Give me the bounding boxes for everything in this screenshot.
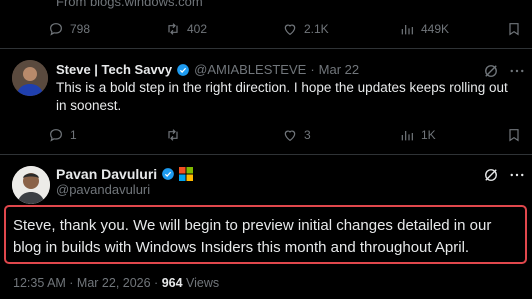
views-count: 449K [421,22,450,36]
post-meta: 12:35 AM · Mar 22, 2026 · 964 Views [13,276,219,290]
separator: · [310,62,315,77]
reply-actions: 1 3 1K [48,127,532,147]
retweet-icon [168,129,178,141]
post-date[interactable]: Mar 22 [319,62,359,77]
post-views-count: 964 [161,276,183,290]
grok-icon[interactable] [482,62,500,80]
author-name[interactable]: Steve | Tech Savvy [56,62,172,77]
post-views-label: Views [182,276,220,290]
retweet-action[interactable]: 402 [165,21,207,37]
post-text: Steve, thank you. We will begin to previ… [13,217,492,256]
reply-text: This is a bold step in the right directi… [56,80,508,113]
retweet-count: 402 [187,22,208,36]
retweet-action[interactable] [165,127,187,143]
avatar-steve-icon [12,60,48,96]
views-icon [401,131,413,141]
verified-icon [177,63,189,76]
like-action[interactable]: 3 [282,127,311,143]
affiliate-badge-icon[interactable] [179,167,194,181]
bookmark-icon [509,23,519,36]
more-icon[interactable] [508,62,526,80]
views-count: 1K [421,128,436,142]
author-handle[interactable]: @AMIABLESTEVE [194,62,306,77]
like-count: 3 [304,128,311,142]
like-icon [284,24,296,36]
top-tweet-actions: 798 402 2.1K 449K [48,21,532,41]
views-action[interactable]: 449K [399,21,449,37]
post-timestamp[interactable]: 12:35 AM · Mar 22, 2026 · [13,276,162,290]
post-header: Pavan Davuluri [56,166,194,182]
reply-action[interactable]: 798 [48,21,90,37]
divider [0,48,532,49]
bookmark-action[interactable] [506,127,522,143]
author-handle[interactable]: @pavandavuluri [56,182,150,197]
reply-header: Steve | Tech Savvy @AMIABLESTEVE · Mar 2… [56,62,359,77]
like-icon [284,130,296,142]
reply-count: 1 [70,128,77,142]
like-count: 2.1K [304,22,329,36]
like-action[interactable]: 2.1K [282,21,329,37]
bookmark-action[interactable] [506,21,522,37]
reply-action[interactable]: 1 [48,127,77,143]
avatar[interactable] [12,166,50,204]
author-name[interactable]: Pavan Davuluri [56,166,157,182]
retweet-icon [168,23,178,35]
source-link[interactable]: From blogs.windows.com [56,0,203,9]
verified-icon [162,168,174,180]
bookmark-icon [509,129,519,142]
reply-icon [50,23,62,36]
reply-count: 798 [70,22,91,36]
views-action[interactable]: 1K [399,127,436,143]
grok-icon[interactable] [482,166,500,184]
more-icon[interactable] [508,166,526,184]
avatar[interactable] [12,60,48,96]
avatar-pavan-icon [12,166,50,204]
reply-icon [50,129,62,142]
divider [0,154,532,155]
views-icon [401,25,413,35]
